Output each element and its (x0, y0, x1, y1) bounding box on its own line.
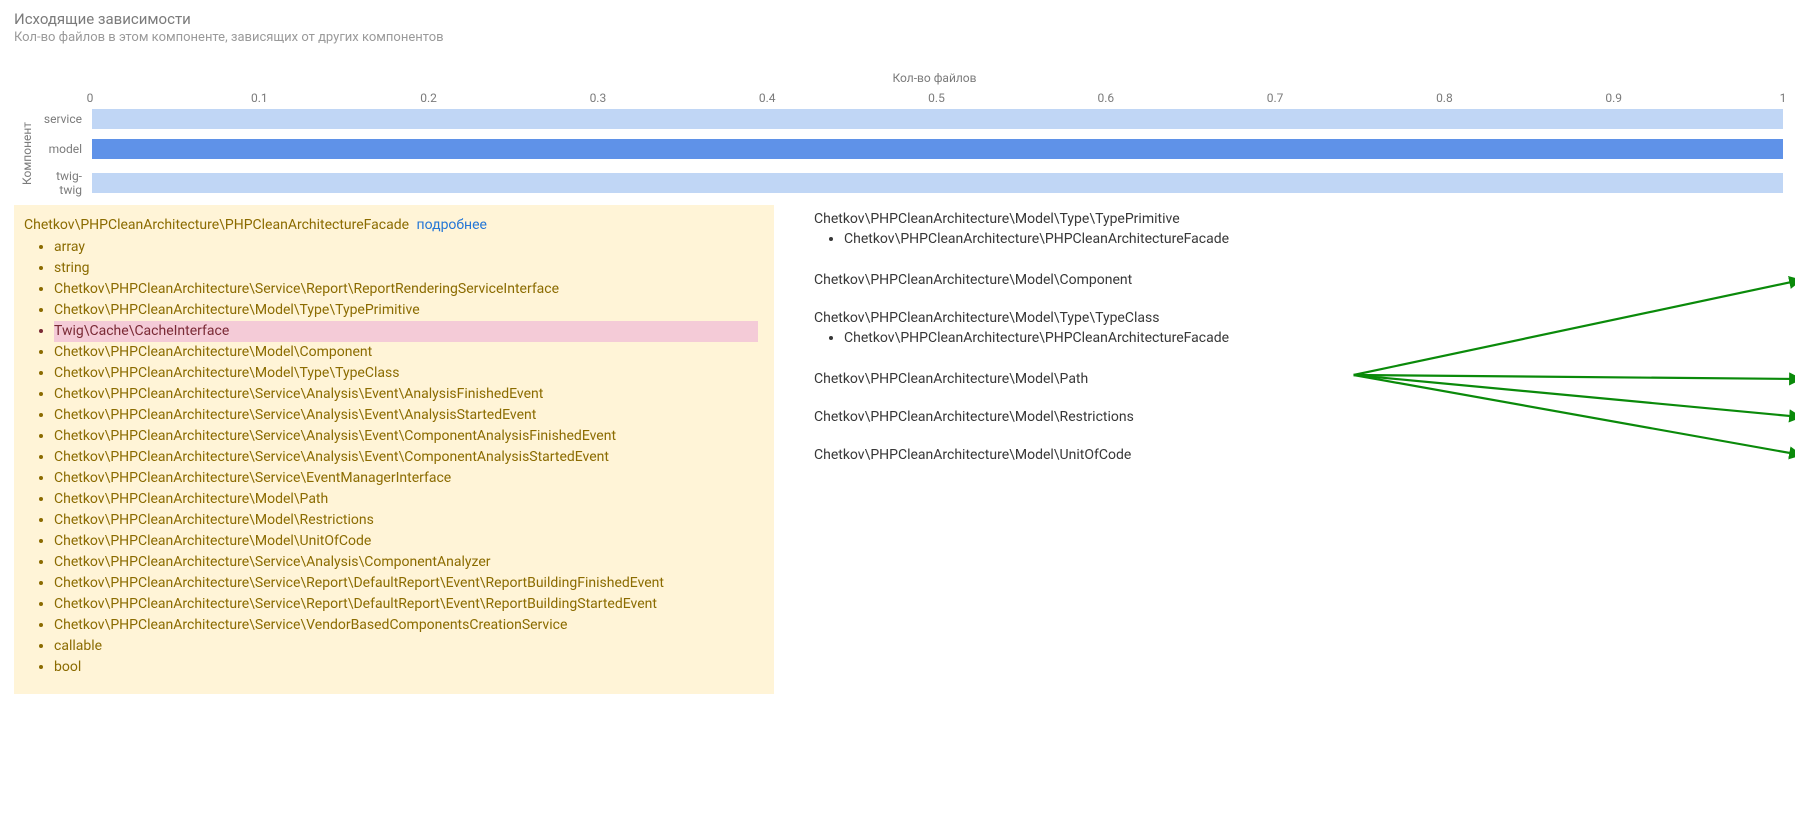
chart-x-tick: 0.6 (1097, 91, 1114, 105)
dependency-item[interactable]: bool (54, 657, 758, 678)
chart-x-tick: 0.7 (1267, 91, 1284, 105)
dependencies-list: arraystringChetkov\PHPCleanArchitecture\… (24, 237, 758, 678)
chart-bar[interactable] (92, 173, 1783, 193)
annotation-title: Chetkov\PHPCleanArchitecture\Model\Restr… (814, 409, 1795, 425)
page-title: Исходящие зависимости (14, 10, 1795, 28)
chart-x-axis: 00.10.20.30.40.50.60.70.80.91 (90, 91, 1783, 109)
dependency-item[interactable]: Chetkov\PHPCleanArchitecture\Service\Ana… (54, 426, 758, 447)
chart-row: twig-twig (36, 169, 1783, 197)
chart-row-track (92, 173, 1783, 193)
chart-x-tick: 0 (87, 91, 94, 105)
dependency-item[interactable]: Chetkov\PHPCleanArchitecture\Service\Ana… (54, 447, 758, 468)
dependencies-heading: Chetkov\PHPCleanArchitecture\PHPCleanArc… (24, 217, 487, 233)
chart-y-title: Компонент (18, 109, 36, 197)
chart-x-tick: 0.8 (1436, 91, 1453, 105)
dependency-item[interactable]: Chetkov\PHPCleanArchitecture\Service\Ana… (54, 552, 758, 573)
dependency-item[interactable]: Chetkov\PHPCleanArchitecture\Model\Type\… (54, 300, 758, 321)
chart-rows: service model twig-twig (36, 109, 1783, 197)
dependency-item[interactable]: Chetkov\PHPCleanArchitecture\Model\Restr… (54, 510, 758, 531)
chart-x-tick: 0.1 (251, 91, 268, 105)
annotation-block: Chetkov\PHPCleanArchitecture\Model\UnitO… (814, 447, 1795, 463)
chart-row-label: twig-twig (36, 169, 86, 197)
annotation-sub-item: Chetkov\PHPCleanArchitecture\PHPCleanArc… (844, 328, 1795, 349)
annotation-sublist: Chetkov\PHPCleanArchitecture\PHPCleanArc… (844, 328, 1795, 349)
annotation-block: Chetkov\PHPCleanArchitecture\Model\Restr… (814, 409, 1795, 425)
chart-row: service (36, 109, 1783, 129)
chart-x-tick: 0.9 (1605, 91, 1622, 105)
chart-x-tick: 1 (1780, 91, 1787, 105)
dependency-item[interactable]: Chetkov\PHPCleanArchitecture\Model\UnitO… (54, 531, 758, 552)
annotation-block: Chetkov\PHPCleanArchitecture\Model\Type\… (814, 211, 1795, 250)
annotation-sub-item: Chetkov\PHPCleanArchitecture\PHPCleanArc… (844, 229, 1795, 250)
dependency-item[interactable]: Chetkov\PHPCleanArchitecture\Service\Ana… (54, 405, 758, 426)
chart-x-tick: 0.3 (590, 91, 607, 105)
chart-row-label: service (36, 112, 86, 126)
dependency-item[interactable]: Chetkov\PHPCleanArchitecture\Model\Type\… (54, 363, 758, 384)
dependency-item[interactable]: string (54, 258, 758, 279)
dependency-item[interactable]: Chetkov\PHPCleanArchitecture\Model\Path (54, 489, 758, 510)
chart-row-label: model (36, 142, 86, 156)
dependency-item[interactable]: array (54, 237, 758, 258)
header: Исходящие зависимости Кол-во файлов в эт… (0, 0, 1809, 47)
dependency-item[interactable]: Chetkov\PHPCleanArchitecture\Service\Eve… (54, 468, 758, 489)
chart-row-track (92, 139, 1783, 159)
dependencies-panel: Chetkov\PHPCleanArchitecture\PHPCleanArc… (14, 205, 774, 694)
dependency-item[interactable]: Chetkov\PHPCleanArchitecture\Service\Rep… (54, 279, 758, 300)
annotation-block: Chetkov\PHPCleanArchitecture\Model\Path (814, 371, 1795, 387)
dependency-item[interactable]: Chetkov\PHPCleanArchitecture\Service\Rep… (54, 573, 758, 594)
annotation-title: Chetkov\PHPCleanArchitecture\Model\Compo… (814, 272, 1795, 288)
panels: Chetkov\PHPCleanArchitecture\PHPCleanArc… (0, 205, 1809, 718)
page-subtitle: Кол-во файлов в этом компоненте, зависящ… (14, 30, 1795, 45)
chart-row-track (92, 109, 1783, 129)
facade-class-name: Chetkov\PHPCleanArchitecture\PHPCleanArc… (24, 217, 409, 233)
dependency-item[interactable]: Chetkov\PHPCleanArchitecture\Service\Rep… (54, 594, 758, 615)
chart-x-tick: 0.2 (420, 91, 437, 105)
annotation-sublist: Chetkov\PHPCleanArchitecture\PHPCleanArc… (844, 229, 1795, 250)
chart-row: model (36, 139, 1783, 159)
annotation-block: Chetkov\PHPCleanArchitecture\Model\Compo… (814, 272, 1795, 288)
annotation-title: Chetkov\PHPCleanArchitecture\Model\Type\… (814, 310, 1795, 326)
annotation-block: Chetkov\PHPCleanArchitecture\Model\Type\… (814, 310, 1795, 349)
dependency-item[interactable]: Chetkov\PHPCleanArchitecture\Service\Ana… (54, 384, 758, 405)
chart-bar[interactable] (92, 139, 1783, 159)
annotation-panel: Chetkov\PHPCleanArchitecture\Model\Type\… (814, 205, 1795, 691)
dependency-chart: Кол-во файлов 0 0.1 0.2 0.3 0.4 0.5 0.6 0.7 0.8 0… (18, 71, 1791, 197)
dependency-item[interactable]: Chetkov\PHPCleanArchitecture\Model\Compo… (54, 342, 758, 363)
chart-x-tick: 0.4 (759, 91, 776, 105)
chart-x-tick: 0.5 (928, 91, 945, 105)
dependency-item[interactable]: callable (54, 636, 758, 657)
annotation-title: Chetkov\PHPCleanArchitecture\Model\Path (814, 371, 1795, 387)
annotation-title: Chetkov\PHPCleanArchitecture\Model\Type\… (814, 211, 1795, 227)
dependency-item[interactable]: Chetkov\PHPCleanArchitecture\Service\Ven… (54, 615, 758, 636)
chart-bar[interactable] (92, 109, 1783, 129)
dependency-item[interactable]: Twig\Cache\CacheInterface (54, 321, 758, 342)
annotation-title: Chetkov\PHPCleanArchitecture\Model\UnitO… (814, 447, 1795, 463)
more-link[interactable]: подробнее (417, 217, 487, 233)
chart-x-title: Кол-во файлов (78, 71, 1791, 85)
